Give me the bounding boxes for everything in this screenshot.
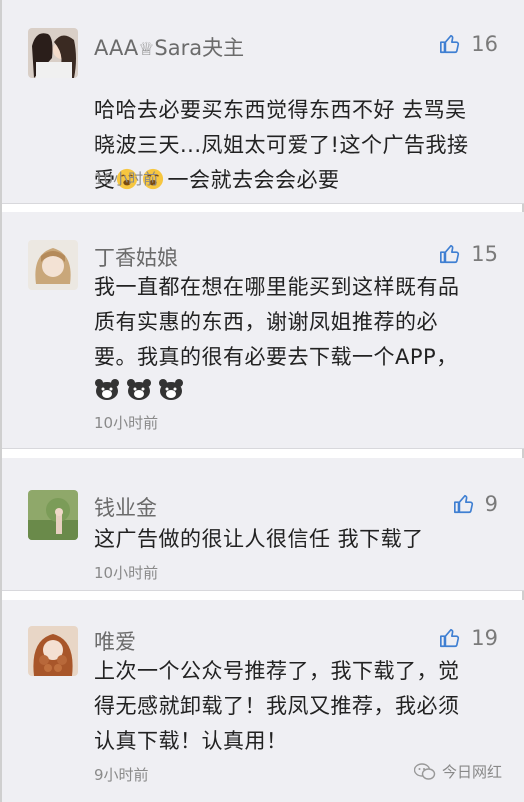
- comment-text: 我一直都在想在哪里能买到这样既有品 质有实惠的东西，谢谢凤姐推荐的必 要。我真的…: [94, 275, 460, 369]
- like-button[interactable]: 16: [439, 32, 498, 56]
- divider: [2, 590, 524, 591]
- bear-face-icon: [95, 379, 119, 400]
- wechat-icon: [413, 762, 436, 780]
- thumbs-up-icon: [453, 494, 473, 514]
- comment-time: 10小时前: [94, 564, 159, 582]
- comment-text: 这广告做的很让人很信任 我下载了: [94, 527, 424, 551]
- comment-item: AAA♕Sara夬主 16 哈哈去必要买东西觉得东西不好 去骂吴 晓波三天...…: [2, 0, 524, 203]
- like-count: 9: [484, 492, 498, 516]
- like-button[interactable]: 15: [439, 242, 498, 266]
- like-button[interactable]: 9: [453, 492, 498, 516]
- comment-author[interactable]: 唯爱: [94, 626, 136, 656]
- like-count: 19: [471, 626, 498, 650]
- watermark: 今日网红: [413, 761, 502, 782]
- comment-item: 钱业金 9 这广告做的很让人很信任 我下载了 10小时前: [2, 458, 524, 590]
- like-count: 15: [471, 242, 498, 266]
- comment-time: 10小时前: [94, 170, 159, 188]
- thumbs-up-icon: [440, 244, 460, 264]
- avatar[interactable]: [28, 28, 78, 78]
- bear-face-icon: [159, 379, 183, 400]
- comment-time: 9小时前: [94, 766, 149, 784]
- comment-text: 上次一个公众号推荐了，我下载了，觉 得无感就卸载了！我凤又推荐，我必须 认真下载…: [94, 659, 460, 753]
- emoji-row: [94, 378, 184, 400]
- divider: [2, 448, 524, 449]
- thumbs-up-icon: [440, 628, 460, 648]
- divider: [2, 203, 524, 204]
- comment-author[interactable]: 丁香姑娘: [94, 242, 178, 272]
- avatar[interactable]: [28, 626, 78, 676]
- comment-list: AAA♕Sara夬主 16 哈哈去必要买东西觉得东西不好 去骂吴 晓波三天...…: [0, 0, 524, 802]
- crown-icon: ♕: [138, 39, 155, 60]
- comment-time: 10小时前: [94, 414, 159, 432]
- bear-face-icon: [127, 379, 151, 400]
- thumbs-up-icon: [440, 34, 460, 54]
- avatar[interactable]: [28, 490, 78, 540]
- like-button[interactable]: 19: [439, 626, 498, 650]
- like-count: 16: [471, 32, 498, 56]
- avatar[interactable]: [28, 240, 78, 290]
- comment-author[interactable]: 钱业金: [94, 492, 157, 522]
- comment-item: 丁香姑娘 15 我一直都在想在哪里能买到这样既有品 质有实惠的东西，谢谢凤姐推荐…: [2, 212, 524, 448]
